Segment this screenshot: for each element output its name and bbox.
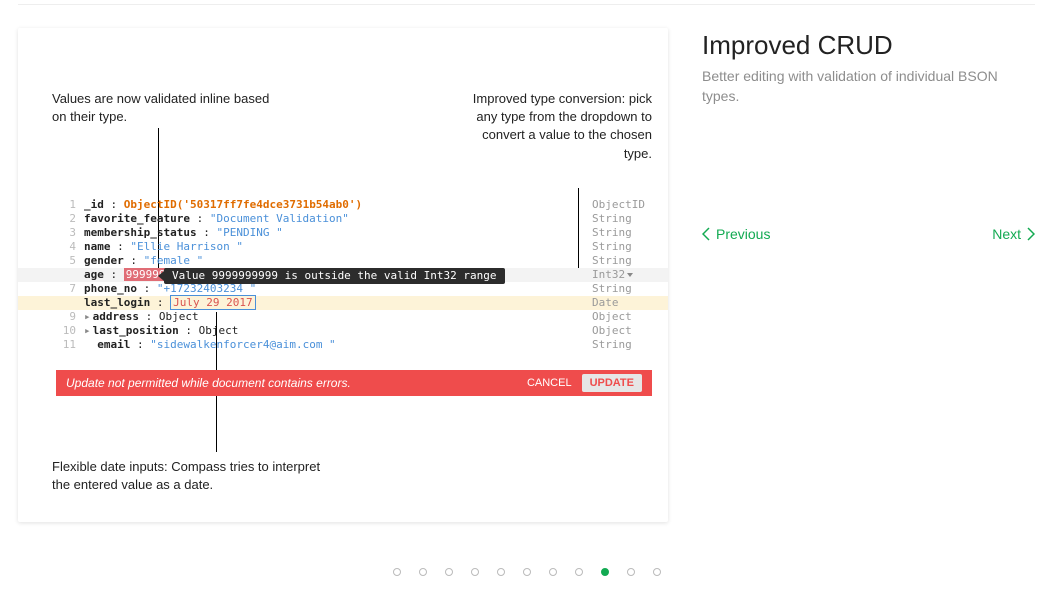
type-label: String	[592, 338, 652, 352]
line-number: 2	[56, 212, 84, 226]
line-number: 7	[56, 282, 84, 296]
expand-icon[interactable]: ▸	[84, 310, 93, 323]
line-number: 1	[56, 198, 84, 212]
doc-row: 9 ▸address : Object Object	[56, 310, 652, 324]
doc-row: 3 membership_status : "PENDING " String	[56, 226, 652, 240]
code-line: email : "sidewalkenforcer4@aim.com "	[84, 338, 592, 352]
doc-row: 5 gender : "female " String	[56, 254, 652, 268]
doc-row-lastlogin[interactable]: 8 last_login : July 29 2017 Date	[18, 296, 668, 310]
doc-row-age-error[interactable]: ↺ + age : 9999999999 Int32 Value 9999999…	[18, 268, 668, 282]
line-number: 10	[56, 324, 84, 338]
line-number: 4	[56, 240, 84, 254]
code-line: membership_status : "PENDING "	[84, 226, 592, 240]
expand-icon[interactable]: ▸	[84, 324, 93, 337]
tour-dots	[0, 568, 1053, 576]
tour-dot[interactable]	[575, 568, 583, 576]
code-line: favorite_feature : "Document Validation"	[84, 212, 592, 226]
code-line: name : "Ellie Harrison "	[84, 240, 592, 254]
doc-row-id: 1 _id : ObjectID('50317ff7fe4dce3731b54a…	[56, 198, 652, 212]
error-message: Update not permitted while document cont…	[66, 376, 527, 390]
tour-dot[interactable]	[601, 568, 609, 576]
doc-row: 2 favorite_feature : "Document Validatio…	[56, 212, 652, 226]
update-button[interactable]: UPDATE	[582, 374, 642, 392]
chevron-left-icon	[702, 227, 710, 241]
tour-dot[interactable]	[497, 568, 505, 576]
type-label: Object	[592, 324, 652, 338]
main-container: Values are now validated inline based on…	[0, 0, 1053, 522]
type-label: Object	[592, 310, 652, 324]
code-line: ▸address : Object	[84, 310, 592, 324]
doc-row: 7 phone_no : "+17232403234 " String	[56, 282, 652, 296]
date-input-value[interactable]: July 29 2017	[170, 295, 255, 310]
top-divider	[18, 4, 1035, 5]
side-panel: Improved CRUD Better editing with valida…	[702, 28, 1035, 522]
previous-label: Previous	[716, 226, 770, 242]
code-line: ▸last_position : Object	[84, 324, 592, 338]
annotation-top-right: Improved type conversion: pick any type …	[452, 90, 652, 163]
type-label: Date	[592, 296, 652, 310]
type-label: String	[592, 254, 652, 268]
type-label: String	[592, 240, 652, 254]
pager: Previous Next	[702, 226, 1035, 242]
feature-card: Values are now validated inline based on…	[18, 28, 668, 522]
code-line: phone_no : "+17232403234 "	[84, 282, 592, 296]
doc-row: 4 name : "Ellie Harrison " String	[56, 240, 652, 254]
tour-dot[interactable]	[549, 568, 557, 576]
error-bar: Update not permitted while document cont…	[56, 370, 652, 396]
tour-dot[interactable]	[471, 568, 479, 576]
type-dropdown[interactable]: Int32	[592, 268, 652, 282]
cancel-button[interactable]: CANCEL	[527, 377, 572, 389]
tour-dot[interactable]	[653, 568, 661, 576]
line-number: 5	[56, 254, 84, 268]
chevron-right-icon	[1027, 227, 1035, 241]
annotation-top-left: Values are now validated inline based on…	[52, 90, 272, 126]
tour-dot[interactable]	[393, 568, 401, 576]
line-number: 3	[56, 226, 84, 240]
feature-subtitle: Better editing with validation of indivi…	[702, 67, 1035, 106]
code-line: _id : ObjectID('50317ff7fe4dce3731b54ab0…	[84, 198, 592, 212]
type-label: ObjectID	[592, 198, 652, 212]
doc-row: 10 ▸last_position : Object Object	[56, 324, 652, 338]
chevron-down-icon	[627, 273, 633, 277]
doc-row: 11 email : "sidewalkenforcer4@aim.com " …	[56, 338, 652, 352]
code-line: last_login : July 29 2017	[84, 296, 592, 310]
tour-dot[interactable]	[419, 568, 427, 576]
previous-button[interactable]: Previous	[702, 226, 770, 242]
feature-title: Improved CRUD	[702, 30, 1035, 61]
annotation-bottom: Flexible date inputs: Compass tries to i…	[52, 458, 332, 494]
type-label: String	[592, 282, 652, 296]
next-label: Next	[992, 226, 1021, 242]
type-label: String	[592, 226, 652, 240]
next-button[interactable]: Next	[992, 226, 1035, 242]
line-number: 9	[56, 310, 84, 324]
type-label: String	[592, 212, 652, 226]
tour-dot[interactable]	[445, 568, 453, 576]
code-line: gender : "female "	[84, 254, 592, 268]
line-number: 11	[56, 338, 84, 352]
tour-dot[interactable]	[523, 568, 531, 576]
document-view: 1 _id : ObjectID('50317ff7fe4dce3731b54a…	[56, 198, 652, 352]
tour-dot[interactable]	[627, 568, 635, 576]
